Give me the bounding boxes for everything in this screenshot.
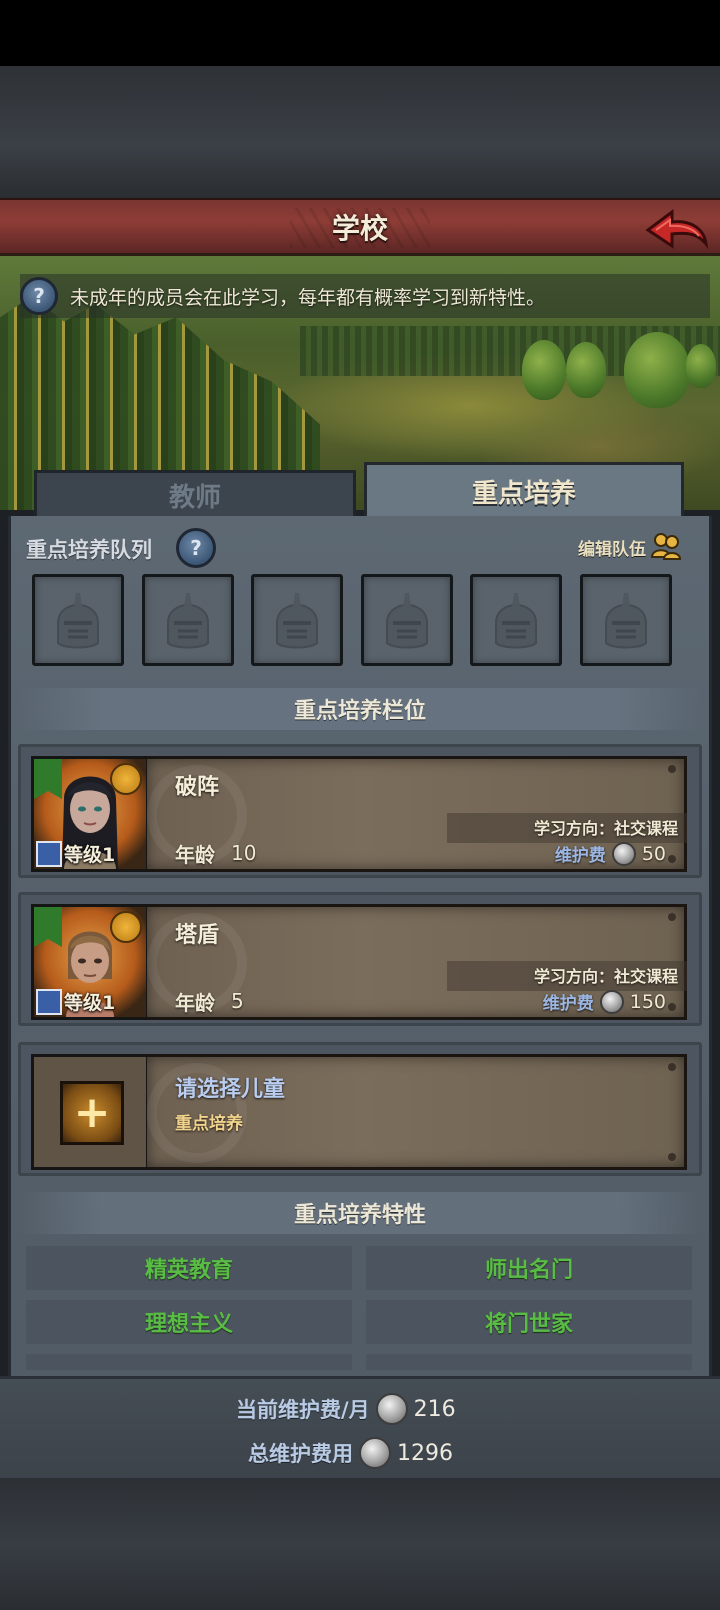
child-card[interactable]: 等级1 破阵 学习方向：社交课程 年龄 10 维护费 50 [18,744,702,878]
banner-tree [686,344,716,388]
monthly-fee-label: 当前维护费/月 [236,1398,370,1422]
swap-icon[interactable] [110,763,142,795]
queue-slot[interactable] [251,574,343,666]
age-value: 5 [231,989,244,1013]
swap-icon[interactable] [110,911,142,943]
study-direction: 学习方向：社交课程 [533,819,678,838]
helmet-icon [495,593,537,649]
trait-item[interactable]: 精英教育 [26,1246,352,1290]
team-icon [650,533,682,560]
queue-slot[interactable] [579,574,672,666]
traits-section-header: 重点培养特性 [20,1192,700,1234]
help-icon[interactable]: ? [20,277,58,315]
rivet [668,1003,676,1011]
tab-teacher[interactable]: 教师 [34,470,356,518]
select-child-title: 请选择儿童 [175,1077,286,1102]
back-button[interactable] [644,206,710,252]
slots-section-header: 重点培养栏位 [20,688,700,730]
age-label: 年龄 [175,991,215,1015]
queue-label: 重点培养队列 [26,538,152,562]
child-portrait[interactable]: 等级1 [31,756,149,872]
banner-tree [566,342,606,398]
child-level: 等级1 [64,844,116,866]
title-bar: 学校 [0,198,720,256]
queue-slot[interactable] [32,574,124,666]
monthly-fee-row: 当前维护费/月 216 [236,1393,456,1425]
age-value: 10 [231,841,257,865]
rivet [668,1153,676,1161]
child-info-plate: 塔盾 学习方向：社交课程 年龄 5 维护费 150 [147,904,687,1020]
fee-label: 维护费 [542,994,594,1014]
trait-item-partial[interactable] [366,1354,692,1370]
silver-coin-icon [611,841,636,866]
bottom-backdrop [0,1478,720,1610]
helmet-icon [385,593,428,649]
fee-row: 维护费 50 [555,841,666,866]
child-card[interactable]: 等级1 塔盾 学习方向：社交课程 年龄 5 维护费 150 [18,892,702,1026]
trait-item[interactable]: 师出名门 [366,1246,692,1290]
edit-team-button[interactable]: 编辑队伍 [578,530,682,564]
status-bar-area [0,0,720,66]
sword-icon [36,841,62,867]
monthly-fee-value: 216 [413,1396,456,1422]
helmet-icon [604,593,647,649]
select-child-subtitle: 重点培养 [175,1114,243,1134]
silver-coin-icon [375,1393,408,1425]
info-strip: ? 未成年的成员会在此学习，每年都有概率学习到新特性。 [20,274,710,318]
tab-bar: 教师 重点培养 [28,462,690,518]
trait-item[interactable]: 理想主义 [26,1300,352,1344]
child-portrait[interactable]: 等级1 [31,904,149,1020]
trait-item-partial[interactable] [26,1354,352,1370]
edit-team-label: 编辑队伍 [578,539,646,560]
back-arrow-icon [645,209,709,250]
child-name: 破阵 [175,775,220,800]
queue-slot[interactable] [470,574,562,666]
helmet-icon [57,593,99,649]
rivet [668,913,676,921]
study-direction: 学习方向：社交课程 [533,967,678,986]
traits-grid: 精英教育 师出名门 理想主义 将门世家 [26,1246,694,1370]
helmet-icon [166,593,209,649]
silver-coin-icon [359,1437,391,1469]
silver-coin-icon [599,989,624,1014]
banner-tree [522,340,566,400]
rivet [668,1063,676,1071]
child-level: 等级1 [64,992,116,1014]
info-text: 未成年的成员会在此学习，每年都有概率学习到新特性。 [70,286,546,309]
sword-icon [36,989,62,1015]
total-fee-value: 1296 [397,1440,453,1466]
fee-value: 150 [629,990,666,1013]
fee-value: 50 [641,842,666,865]
tab-focus-training[interactable]: 重点培养 [364,462,684,518]
banner-tree [624,332,690,408]
total-fee-label: 总维护费用 [248,1442,353,1466]
top-backdrop [0,66,720,198]
queue-slot[interactable] [360,574,453,666]
total-fee-row: 总维护费用 1296 [248,1437,453,1469]
slots-section-label: 重点培养栏位 [293,699,426,724]
fee-label: 维护费 [554,846,606,866]
child-info-plate: 破阵 学习方向：社交课程 年龄 10 维护费 50 [147,756,687,872]
maintenance-summary: 当前维护费/月 216 总维护费用 1296 [0,1376,720,1478]
fee-row: 维护费 150 [543,989,666,1014]
plus-icon: + [73,1087,111,1138]
page-title: 学校 [331,211,388,245]
empty-portrait[interactable]: + [31,1054,149,1170]
trait-item[interactable]: 将门世家 [366,1300,692,1344]
add-child-button[interactable]: + [60,1081,124,1145]
child-name: 塔盾 [175,923,220,948]
queue-slot[interactable] [141,574,234,666]
age-label: 年龄 [175,843,215,867]
rivet [668,855,676,863]
empty-info-plate: 请选择儿童 重点培养 [147,1054,687,1170]
empty-child-slot[interactable]: + 请选择儿童 重点培养 [18,1042,702,1176]
queue-help-icon[interactable]: ? [176,528,216,568]
rivet [668,765,676,773]
helmet-icon [276,593,318,649]
traits-section-label: 重点培养特性 [293,1203,426,1228]
